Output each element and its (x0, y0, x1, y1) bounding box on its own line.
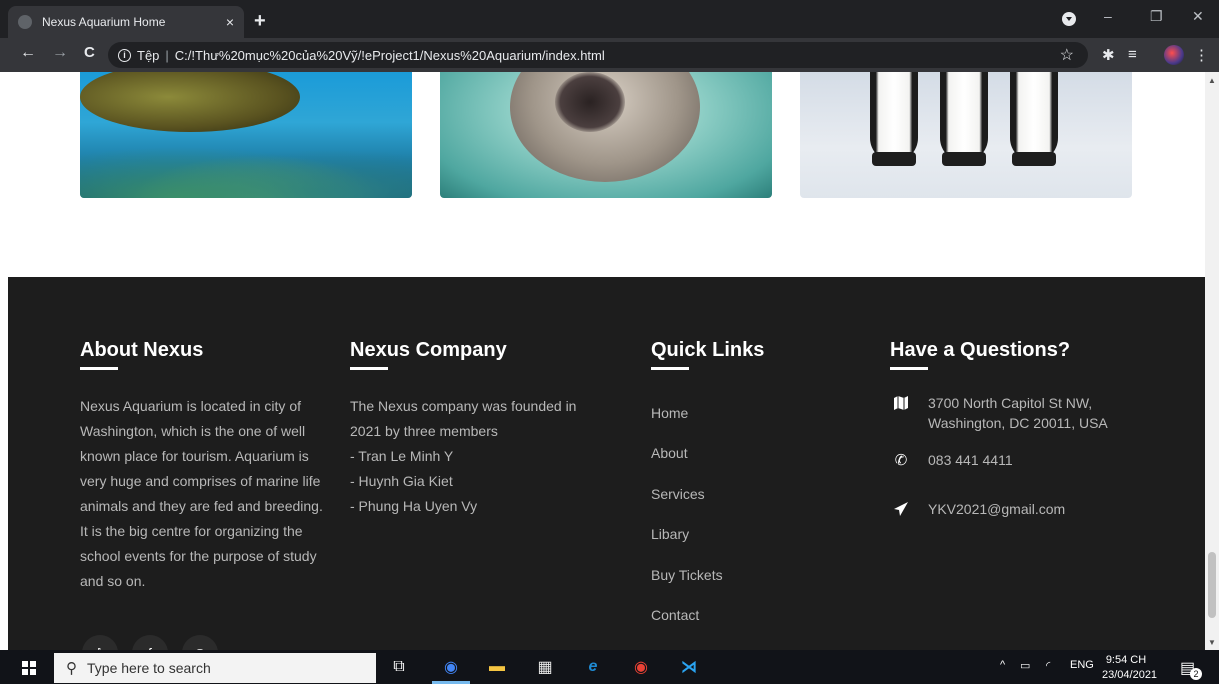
penguin-feet-shape (872, 152, 916, 166)
notification-badge: 2 (1190, 668, 1202, 680)
penguin-feet-shape (942, 152, 986, 166)
clock-time: 9:54 CH (1105, 654, 1147, 666)
browser-toolbar: ← → C i Tệp | C:/!Thư%20mục%20của%20Vỹ/!… (0, 38, 1219, 72)
instagram-icon[interactable]: ◎ (182, 635, 218, 650)
paper-plane-icon (890, 499, 912, 519)
chrome-icon[interactable]: ◉ (630, 657, 652, 677)
address-row: 3700 North Capitol St NW, Washington, DC… (890, 393, 1148, 433)
reload-button[interactable]: C (84, 44, 95, 61)
map-icon (890, 393, 912, 413)
browser-tab[interactable]: Nexus Aquarium Home × (8, 6, 244, 38)
sea-lion-image (440, 72, 772, 198)
sea-lion-nose-shape (555, 72, 625, 132)
phone-text[interactable]: 083 441 4411 (928, 450, 1148, 470)
url-scheme: Tệp (137, 47, 160, 63)
scroll-up-arrow[interactable]: ▲ (1208, 76, 1216, 85)
penguins-image (800, 72, 1132, 198)
language-indicator[interactable]: ENG (1070, 659, 1094, 671)
back-button[interactable]: ← (20, 44, 36, 62)
sea-turtle-image (80, 72, 412, 198)
store-icon[interactable]: ▦ (534, 657, 556, 677)
windows-start-icon[interactable] (22, 661, 36, 675)
scroll-thumb[interactable] (1208, 552, 1216, 618)
company-text: The Nexus company was founded in 2021 by… (350, 398, 577, 514)
page-viewport: About Nexus Nexus Aquarium is located in… (0, 72, 1205, 650)
close-window-button[interactable]: ✕ (1192, 8, 1204, 25)
forward-button[interactable]: → (52, 44, 68, 62)
windows-taskbar: ⚲ Type here to search ⧉ ◉ ▬ ▦ e ◉ ⋊ ^ ▭ … (0, 650, 1219, 684)
close-tab-icon[interactable]: × (226, 14, 234, 30)
info-icon[interactable]: i (118, 48, 131, 62)
quick-links-title: Quick Links (651, 339, 765, 361)
site-footer: About Nexus Nexus Aquarium is located in… (8, 277, 1205, 650)
menu-icon[interactable]: ⋮ (1194, 46, 1209, 64)
company-underline (350, 367, 388, 370)
company-title: Nexus Company (350, 339, 507, 361)
quick-link-libary[interactable]: Libary (651, 526, 689, 542)
chrome-dev-icon[interactable]: ◉ (440, 657, 462, 677)
battery-icon[interactable]: ▭ (1020, 659, 1030, 672)
quick-link-buy-tickets[interactable]: Buy Tickets (651, 567, 723, 583)
minimize-button[interactable]: – (1104, 8, 1112, 24)
restore-button[interactable]: ❐ (1150, 8, 1163, 25)
profile-avatar[interactable] (1164, 45, 1184, 65)
taskbar-search-box[interactable]: ⚲ Type here to search (54, 653, 376, 683)
url-text[interactable]: C:/!Thư%20mục%20của%20Vỹ/!eProject1/Nexu… (175, 48, 605, 63)
about-text: Nexus Aquarium is located in city of Was… (80, 398, 323, 589)
coral-reef-shape (80, 138, 412, 198)
address-text: 3700 North Capitol St NW, Washington, DC… (928, 395, 1108, 431)
search-placeholder: Type here to search (87, 660, 211, 676)
about-title: About Nexus (80, 339, 204, 361)
quick-link-about[interactable]: About (651, 445, 688, 461)
tab-search-icon[interactable] (1062, 12, 1076, 26)
taskbar-clock[interactable]: 9:54 CH 23/04/2021 (1102, 653, 1158, 683)
url-separator: | (165, 47, 169, 63)
browser-tab-bar: Nexus Aquarium Home × + – ❐ ✕ (0, 0, 1219, 38)
twitter-icon[interactable]: 𝕥 (82, 635, 118, 650)
clock-date: 23/04/2021 (1102, 669, 1158, 681)
task-view-icon[interactable]: ⧉ (388, 657, 410, 677)
reading-list-icon[interactable]: ≡ (1128, 46, 1137, 63)
quick-links-underline (651, 367, 689, 370)
questions-underline (890, 367, 928, 370)
tray-chevron-icon[interactable]: ^ (1000, 659, 1005, 671)
email-text[interactable]: YKV2021@gmail.com (928, 499, 1148, 519)
questions-title: Have a Questions? (890, 339, 1071, 361)
email-row: YKV2021@gmail.com (890, 499, 1148, 519)
penguin-feet-shape (1012, 152, 1056, 166)
quick-link-home[interactable]: Home (651, 405, 688, 421)
wifi-icon[interactable]: ◜ (1046, 659, 1050, 672)
address-bar[interactable]: i Tệp | C:/!Thư%20mục%20của%20Vỹ/!eProje… (108, 42, 1088, 68)
turtle-shell-shape (80, 72, 300, 132)
page-scrollbar[interactable]: ▲ ▼ (1205, 72, 1219, 650)
bookmark-star-icon[interactable]: ☆ (1060, 45, 1074, 65)
vscode-icon[interactable]: ⋊ (678, 657, 700, 677)
search-icon: ⚲ (66, 660, 77, 677)
phone-icon: ✆ (894, 452, 908, 469)
quick-link-contact[interactable]: Contact (651, 607, 699, 623)
scroll-down-arrow[interactable]: ▼ (1208, 638, 1216, 647)
penguin-shape (940, 72, 988, 162)
facebook-icon[interactable]: f (132, 635, 168, 650)
penguin-shape (870, 72, 918, 162)
phone-row: ✆ 083 441 4411 (890, 450, 1148, 470)
tab-title: Nexus Aquarium Home (42, 15, 166, 29)
penguin-shape (1010, 72, 1058, 162)
about-underline (80, 367, 118, 370)
globe-icon (18, 15, 32, 29)
extensions-icon[interactable]: ✱ (1102, 46, 1115, 64)
quick-link-services[interactable]: Services (651, 486, 705, 502)
new-tab-button[interactable]: + (254, 10, 266, 33)
internet-explorer-icon[interactable]: e (582, 657, 604, 677)
file-explorer-icon[interactable]: ▬ (486, 657, 508, 677)
